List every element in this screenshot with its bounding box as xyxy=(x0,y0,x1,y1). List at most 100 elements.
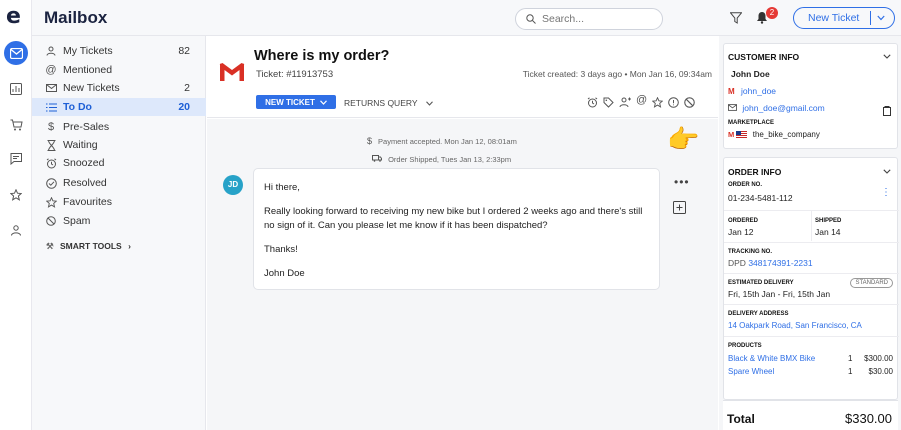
sidebar-item-label: Mentioned xyxy=(63,64,113,76)
shipped-label: SHIPPED xyxy=(815,218,842,224)
mailbox-icon[interactable] xyxy=(4,41,28,65)
at-icon: @ xyxy=(45,64,57,76)
gmail-icon: M xyxy=(728,87,735,96)
card-title: ORDER INFO xyxy=(728,167,782,177)
divider xyxy=(724,304,899,305)
hourglass-icon xyxy=(44,138,58,152)
search-input[interactable] xyxy=(542,13,652,25)
sidebar-item-pre-sales[interactable]: $ Pre-Sales xyxy=(32,118,206,136)
conversation: $ Payment accepted. Mon Jan 12, 08:01am O… xyxy=(207,119,718,430)
block-icon[interactable] xyxy=(684,95,695,113)
truck-icon xyxy=(372,155,384,164)
cart-icon[interactable] xyxy=(4,113,28,137)
kebab-menu-icon[interactable]: ⋮ xyxy=(881,188,891,198)
more-options-icon[interactable]: ••• xyxy=(674,175,690,189)
chevron-right-icon: › xyxy=(128,241,131,251)
info-panel: CUSTOMER INFO John Doe M john_doe john_d… xyxy=(719,36,901,430)
ordered-date: Jan 12 xyxy=(728,227,754,237)
order-no: 01-234-5481-112 xyxy=(728,193,793,203)
tracking-number[interactable]: 348174391-2231 xyxy=(748,258,812,268)
ticket-subject: Where is my order? xyxy=(254,48,390,64)
chat-icon[interactable] xyxy=(4,147,28,171)
sidebar-item-count: 2 xyxy=(184,82,190,94)
chevron-down-icon[interactable] xyxy=(871,12,885,24)
event-payment: $ Payment accepted. Mon Jan 12, 08:01am xyxy=(367,136,517,146)
product-name[interactable]: Black & White BMX Bike xyxy=(728,354,815,363)
chevron-down-icon[interactable] xyxy=(883,51,891,61)
customer-name: John Doe xyxy=(731,69,770,79)
smart-tools-toggle[interactable]: ⚒ SMART TOOLS › xyxy=(46,241,131,252)
order-no-label: ORDER NO. xyxy=(728,182,763,188)
product-name[interactable]: Spare Wheel xyxy=(728,367,774,376)
sidebar-item-label: Favourites xyxy=(63,196,113,208)
customer-username[interactable]: john_doe xyxy=(741,86,776,96)
app: e Mailbox 2 xyxy=(0,0,901,430)
sidebar-item-count: 20 xyxy=(178,101,190,113)
sidebar-item-count: 82 xyxy=(178,45,190,57)
envelope-icon xyxy=(44,81,58,95)
new-ticket-label: New Ticket xyxy=(808,12,860,24)
snooze-icon[interactable] xyxy=(587,95,598,113)
sidebar-item-new-tickets[interactable]: New Tickets 2 xyxy=(32,79,206,97)
sidebar-item-spam[interactable]: Spam xyxy=(32,212,206,230)
customer-email[interactable]: john_doe@gmail.com xyxy=(742,103,824,113)
total-value: $330.00 xyxy=(845,411,892,426)
gmail-icon xyxy=(219,62,245,87)
message-line: Thanks! xyxy=(264,244,298,255)
event-text: Order Shipped, Tues Jan 13, 2:33pm xyxy=(388,155,512,164)
divider xyxy=(724,242,899,243)
check-circle-icon xyxy=(44,176,58,190)
category-dropdown[interactable]: RETURNS QUERY xyxy=(344,98,433,108)
icon-rail: e xyxy=(0,0,32,430)
sidebar-item-snoozed[interactable]: Snoozed xyxy=(32,154,206,172)
divider xyxy=(724,336,899,337)
sidebar-item-label: Waiting xyxy=(63,139,98,151)
shipping-tier-badge: STANDARD xyxy=(850,278,893,288)
customer-info-card: CUSTOMER INFO John Doe M john_doe john_d… xyxy=(723,43,898,149)
sidebar-item-resolved[interactable]: Resolved xyxy=(32,174,206,192)
tracking-carrier: DPD xyxy=(728,258,746,268)
sidebar-item-to-do[interactable]: To Do 20 xyxy=(32,98,206,116)
tools-icon: ⚒ xyxy=(46,241,54,251)
sidebar-item-my-tickets[interactable]: My Tickets 82 xyxy=(32,42,206,60)
search-box[interactable] xyxy=(515,8,663,30)
shipped-date: Jan 14 xyxy=(815,227,841,237)
star-icon[interactable] xyxy=(4,183,28,207)
tracking-row: DPD 348174391-2231 xyxy=(728,258,813,268)
app-logo: e xyxy=(6,4,21,29)
ordered-label: ORDERED xyxy=(728,218,759,224)
sidebar-item-waiting[interactable]: Waiting xyxy=(32,136,206,154)
add-note-icon[interactable] xyxy=(673,201,686,219)
envelope-icon xyxy=(728,103,737,113)
message-line: Hi there, xyxy=(264,182,300,193)
delivery-address[interactable]: 14 Oakpark Road, San Francisco, CA xyxy=(728,321,862,330)
copy-icon[interactable] xyxy=(883,103,891,121)
user-icon xyxy=(44,44,58,58)
reports-icon[interactable] xyxy=(4,77,28,101)
new-ticket-button[interactable]: New Ticket xyxy=(793,7,895,29)
sidebar-item-mentioned[interactable]: @ Mentioned xyxy=(32,61,206,79)
delivery-address-label: DELIVERY ADDRESS xyxy=(728,311,789,317)
info-icon[interactable] xyxy=(668,95,679,113)
mention-icon[interactable]: @ xyxy=(636,95,647,113)
filter-icon[interactable] xyxy=(729,11,743,29)
list-icon xyxy=(44,100,58,114)
sidebar-item-label: To Do xyxy=(63,101,92,113)
customer-email-row: john_doe@gmail.com xyxy=(728,103,825,113)
gmail-icon: M xyxy=(728,130,735,139)
tag-icon[interactable] xyxy=(603,95,614,113)
sidebar-item-favourites[interactable]: Favourites xyxy=(32,193,206,211)
order-info-card: ORDER INFO ORDER NO. 01-234-5481-112 ⋮ O… xyxy=(723,157,899,400)
smart-tools-label: SMART TOOLS xyxy=(60,241,122,251)
message-line: Really looking forward to receiving my n… xyxy=(264,206,643,231)
product-qty: 1 xyxy=(848,354,853,363)
chevron-down-icon[interactable] xyxy=(883,166,891,176)
contacts-icon[interactable] xyxy=(4,218,28,242)
star-icon[interactable] xyxy=(651,95,664,113)
ticket-created: Ticket created: 3 days ago • Mon Jan 16,… xyxy=(522,69,712,79)
ticket-status-button[interactable]: NEW TICKET xyxy=(256,95,336,109)
card-title: CUSTOMER INFO xyxy=(728,52,800,62)
sidebar-item-label: My Tickets xyxy=(63,45,113,57)
assign-user-icon[interactable] xyxy=(619,95,631,113)
block-icon xyxy=(44,214,58,228)
